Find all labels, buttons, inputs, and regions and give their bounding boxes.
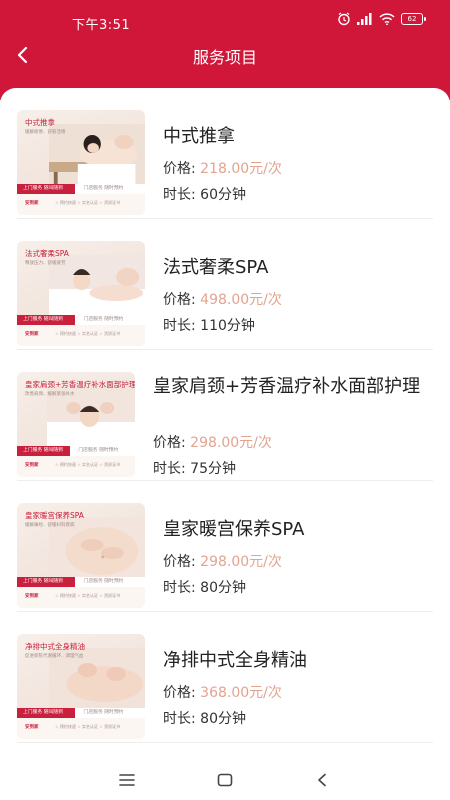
thumb-title: 法式奢柔SPA <box>25 249 69 258</box>
wifi-icon <box>379 13 395 25</box>
thumb-logo: 安到家 <box>25 725 39 730</box>
price-value: 298.00元/次 <box>200 554 282 570</box>
duration-value: 110分钟 <box>200 318 255 334</box>
service-item[interactable]: 净排中式全身精油 促进新陈代谢循环、调理气血 上门服务 随叫随到 门店服务 随时… <box>0 612 450 743</box>
price-value: 498.00元/次 <box>200 292 282 308</box>
thumb-logo: 安到家 <box>25 332 39 337</box>
thumb-tags: ☆ 预约快速 ☆ 实名认证 ☆ 资质证书 <box>55 331 121 336</box>
signal-icon <box>357 13 373 25</box>
price-label: 价格: <box>163 685 196 701</box>
duration-value: 80分钟 <box>200 580 246 596</box>
thumb-title: 净排中式全身精油 <box>25 642 85 651</box>
duration-label: 时长: <box>163 711 196 727</box>
home-icon <box>217 773 233 787</box>
price-label: 价格: <box>153 435 186 451</box>
home-button[interactable] <box>210 768 240 792</box>
thumb-tags: ☆ 预约快速 ☆ 实名认证 ☆ 资质证书 <box>55 462 121 467</box>
service-name: 皇家肩颈+芳香温疗补水面部护理 <box>153 376 421 397</box>
thumb-strip-right: 门店服务 随时预约 <box>83 579 124 584</box>
price-label: 价格: <box>163 161 196 177</box>
status-time: 下午3:51 <box>72 18 131 33</box>
service-thumbnail: 中式推拿 缓解疲倦、舒筋活络 上门服务 随叫随到 门店服务 随时预约 安到家 ☆… <box>17 110 145 215</box>
duration-value: 80分钟 <box>200 711 246 727</box>
thumb-subtitle: 促进新陈代谢循环、调理气血 <box>25 654 84 659</box>
system-nav-bar <box>0 760 450 800</box>
service-name: 法式奢柔SPA <box>163 257 269 278</box>
service-name: 皇家暖宫保养SPA <box>163 519 305 540</box>
menu-button[interactable] <box>112 768 142 792</box>
thumb-strip-left: 上门服务 随叫随到 <box>17 315 75 325</box>
status-bar: 下午3:51 62 <box>0 0 450 40</box>
menu-icon <box>119 774 135 786</box>
thumb-strip-left: 上门服务 随叫随到 <box>17 446 71 456</box>
service-item[interactable]: 皇家暖宫保养SPA 缓解痛经、舒缓妇科疾病 上门服务 随叫随到 门店服务 随时预… <box>0 481 450 612</box>
thumb-subtitle: 改善肩颈、缓解紧张补水 <box>25 392 75 397</box>
thumb-logo: 安到家 <box>25 594 39 599</box>
service-thumbnail: 皇家暖宫保养SPA 缓解痛经、舒缓妇科疾病 上门服务 随叫随到 门店服务 随时预… <box>17 503 145 608</box>
nav-back-icon <box>318 773 326 787</box>
thumb-title: 皇家肩颈+芳香温疗补水面部护理 <box>25 380 135 389</box>
thumb-strip-right: 门店服务 随时预约 <box>83 710 124 715</box>
price-value: 218.00元/次 <box>200 161 282 177</box>
thumb-title: 皇家暖宫保养SPA <box>25 511 84 520</box>
price-value: 368.00元/次 <box>200 685 282 701</box>
thumb-tags: ☆ 预约快速 ☆ 实名认证 ☆ 资质证书 <box>55 200 121 205</box>
thumb-subtitle: 释放压力、舒缓疲劳 <box>25 261 66 266</box>
service-name: 中式推拿 <box>163 126 235 147</box>
status-icons: 62 <box>337 12 426 26</box>
service-thumbnail: 法式奢柔SPA 释放压力、舒缓疲劳 上门服务 随叫随到 门店服务 随时预约 安到… <box>17 241 145 346</box>
service-item[interactable]: 法式奢柔SPA 释放压力、舒缓疲劳 上门服务 随叫随到 门店服务 随时预约 安到… <box>0 219 450 350</box>
service-thumbnail: 皇家肩颈+芳香温疗补水面部护理 改善肩颈、缓解紧张补水 上门服务 随叫随到 门店… <box>17 372 135 477</box>
duration-value: 60分钟 <box>200 187 246 203</box>
thumb-strip-right: 门店服务 随时预约 <box>83 186 124 191</box>
duration-value: 75分钟 <box>190 461 236 477</box>
battery-icon: 62 <box>401 13 426 25</box>
thumb-strip-right: 门店服务 随时预约 <box>83 317 124 322</box>
thumb-strip-right: 门店服务 随时预约 <box>78 448 119 453</box>
thumb-strip-left: 上门服务 随叫随到 <box>17 577 75 587</box>
thumb-subtitle: 缓解痛经、舒缓妇科疾病 <box>25 523 75 528</box>
page-title: 服务项目 <box>192 48 257 67</box>
duration-label: 时长: <box>163 187 196 203</box>
thumb-strip-left: 上门服务 随叫随到 <box>17 184 75 194</box>
price-label: 价格: <box>163 554 196 570</box>
battery-level: 62 <box>401 13 423 25</box>
thumb-tags: ☆ 预约快速 ☆ 实名认证 ☆ 资质证书 <box>55 724 121 729</box>
service-list: 中式推拿 缓解疲倦、舒筋活络 上门服务 随叫随到 门店服务 随时预约 安到家 ☆… <box>0 88 450 760</box>
thumb-title: 中式推拿 <box>25 118 55 127</box>
thumb-strip-left: 上门服务 随叫随到 <box>17 708 75 718</box>
duration-label: 时长: <box>153 461 186 477</box>
price-label: 价格: <box>163 292 196 308</box>
service-item[interactable]: 中式推拿 缓解疲倦、舒筋活络 上门服务 随叫随到 门店服务 随时预约 安到家 ☆… <box>0 88 450 219</box>
duration-label: 时长: <box>163 580 196 596</box>
thumb-subtitle: 缓解疲倦、舒筋活络 <box>25 130 66 135</box>
thumb-tags: ☆ 预约快速 ☆ 实名认证 ☆ 资质证书 <box>55 593 121 598</box>
service-thumbnail: 净排中式全身精油 促进新陈代谢循环、调理气血 上门服务 随叫随到 门店服务 随时… <box>17 634 145 739</box>
alarm-icon <box>337 12 351 26</box>
thumb-logo: 安到家 <box>25 463 39 468</box>
thumb-logo: 安到家 <box>25 201 39 206</box>
service-item[interactable]: 皇家肩颈+芳香温疗补水面部护理 改善肩颈、缓解紧张补水 上门服务 随叫随到 门店… <box>0 350 450 481</box>
service-name: 净排中式全身精油 <box>163 650 307 671</box>
nav-back-button[interactable] <box>307 768 337 792</box>
price-value: 298.00元/次 <box>190 435 272 451</box>
duration-label: 时长: <box>163 318 196 334</box>
